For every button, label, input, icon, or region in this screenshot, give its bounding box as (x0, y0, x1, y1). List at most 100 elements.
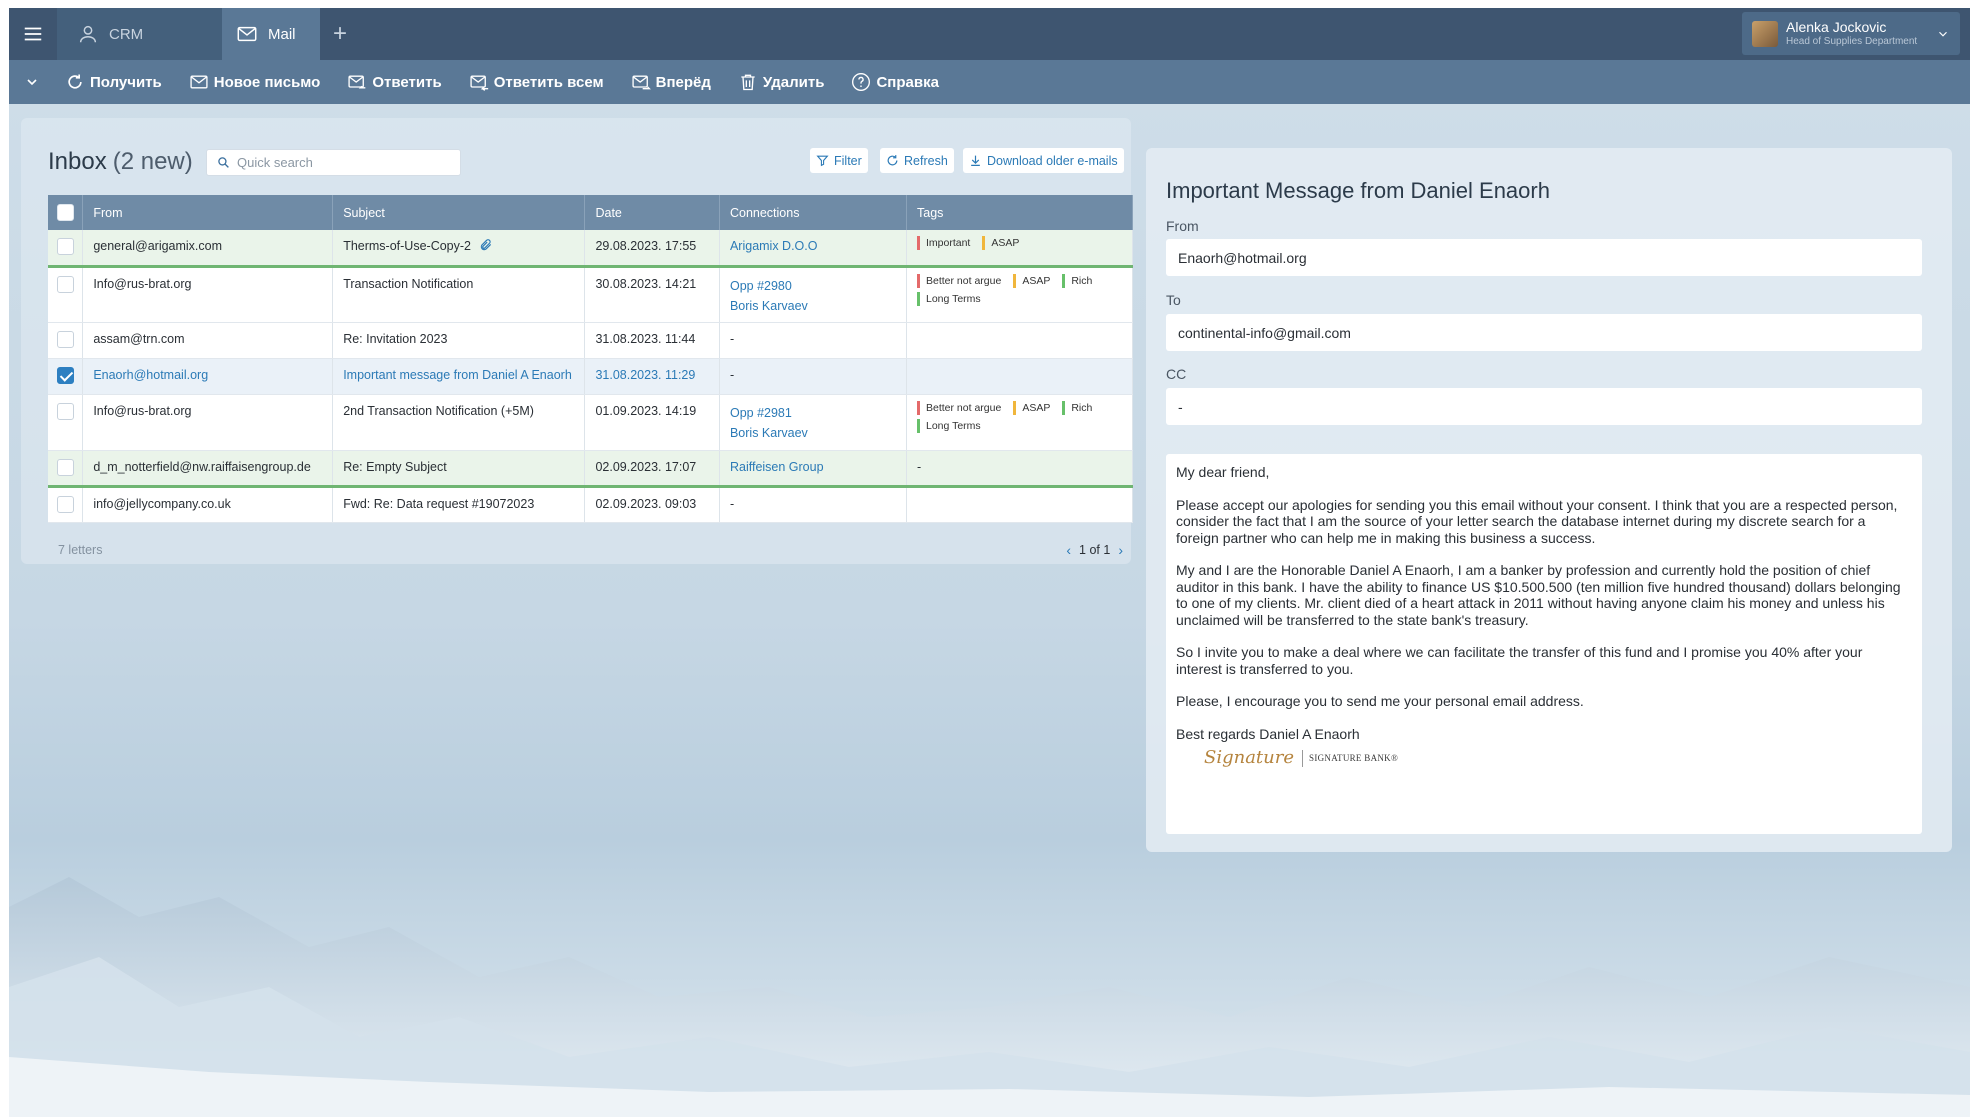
cc-field[interactable]: - (1166, 388, 1922, 425)
row-date: 01.09.2023. 14:19 (595, 403, 697, 418)
row-checkbox-checked[interactable] (56, 366, 74, 384)
pager: ‹ 1 of 1 › (1066, 542, 1123, 558)
envelope-icon (237, 26, 257, 42)
reply-all-icon (470, 75, 488, 91)
refresh-icon (887, 155, 898, 166)
menu-icon[interactable] (9, 8, 57, 60)
refresh-label: Refresh (904, 153, 948, 168)
body-paragraph: So I invite you to make a deal where we … (1176, 644, 1863, 677)
tag-rich: Rich (1062, 400, 1092, 415)
forward-button[interactable]: Вперёд (631, 72, 711, 92)
download-label: Download older e-mails (987, 153, 1118, 168)
search-input[interactable] (237, 155, 437, 170)
row-date: 31.08.2023. 11:29 (595, 367, 696, 382)
row-checkbox[interactable] (56, 238, 74, 255)
cc-label: CC (1166, 366, 1187, 382)
tag-better-not-argue: Better not argue (917, 273, 1001, 288)
user-role: Head of Supplies Department (1786, 35, 1918, 47)
row-checkbox[interactable] (56, 330, 74, 348)
row-subject: Important message from Daniel A Enaorh (343, 367, 572, 382)
row-connection-link[interactable]: Boris Karvaev (730, 423, 896, 443)
table-footer: 7 letters ‹ 1 of 1 › (48, 532, 1133, 568)
delete-button[interactable]: Удалить (738, 72, 825, 92)
row-checkbox[interactable] (56, 402, 74, 420)
row-checkbox[interactable] (56, 458, 74, 476)
col-connections[interactable]: Connections (719, 195, 908, 230)
body-paragraph: Best regards Daniel A Enaorh (1176, 725, 1360, 742)
row-from: d_m_notterfield@nw.raiffaisengroup.de (93, 459, 311, 474)
tag-rich: Rich (1062, 273, 1092, 288)
trash-icon (741, 74, 755, 91)
body-paragraph: My and I are the Honorable Daniel A Enao… (1176, 562, 1901, 628)
add-tab-button[interactable]: + (320, 8, 360, 60)
filter-button[interactable]: Filter (810, 148, 868, 173)
row-subject: Re: Invitation 2023 (343, 331, 448, 346)
help-label: Справка (876, 73, 939, 91)
reply-button[interactable]: Ответить (347, 72, 442, 92)
tab-crm[interactable]: CRM (57, 8, 222, 60)
new-mail-button[interactable]: Новое письмо (189, 72, 320, 92)
tab-mail[interactable]: Mail (222, 8, 320, 60)
reply-all-label: Ответить всем (493, 73, 604, 91)
table-row[interactable]: d_m_notterfield@nw.raiffaisengroup.de Re… (48, 450, 1133, 488)
table-row[interactable]: info@jellycompany.co.uk Fwd: Re: Data re… (48, 486, 1133, 523)
forward-icon (632, 75, 651, 90)
row-connection-link[interactable]: Boris Karvaev (730, 296, 896, 316)
body-paragraph: My dear friend, (1176, 464, 1270, 480)
iceberg-background (9, 877, 1970, 1117)
select-all-checkbox[interactable] (56, 204, 74, 221)
row-date: 30.08.2023. 14:21 (595, 276, 697, 291)
table-header: From Subject Date Connections Tags (48, 195, 1133, 230)
download-older-button[interactable]: Download older e-mails (963, 148, 1124, 173)
signature-bank: SIGNATURE BANK® (1302, 750, 1398, 767)
refresh-icon (68, 74, 82, 89)
receive-button[interactable]: Получить (65, 72, 162, 92)
reply-all-button[interactable]: Ответить всем (469, 72, 604, 92)
col-subject[interactable]: Subject (332, 195, 586, 230)
table-row-selected[interactable]: Enaorh@hotmail.org Important message fro… (48, 358, 1133, 395)
row-connection-link[interactable]: Opp #2981 (730, 395, 896, 423)
row-connection: - (729, 331, 735, 346)
row-checkbox[interactable] (56, 275, 74, 293)
message-title: Important Message from Daniel Enaorh (1166, 178, 1550, 203)
tag-asap: ASAP (1013, 400, 1050, 415)
row-subject: Transaction Notification (343, 276, 474, 291)
table-row[interactable]: Info@rus-brat.org Transaction Notificati… (48, 266, 1133, 323)
page-indicator: 1 of 1 (1079, 543, 1111, 557)
row-connection-link[interactable]: Opp #2980 (730, 268, 896, 296)
from-field[interactable]: Enaorh@hotmail.org (1166, 239, 1922, 276)
top-bar: CRM Mail + Alenka Jockovic Head of Suppl… (9, 8, 1970, 60)
row-from: info@jellycompany.co.uk (93, 496, 231, 511)
message-body: My dear friend, Please accept our apolog… (1166, 454, 1922, 834)
refresh-button[interactable]: Refresh (880, 148, 954, 173)
row-from: assam@trn.com (93, 331, 185, 346)
table-row[interactable]: Info@rus-brat.org 2nd Transaction Notifi… (48, 394, 1133, 451)
prev-page-icon[interactable]: ‹ (1066, 542, 1071, 558)
collapse-toolbar-button[interactable] (17, 67, 47, 97)
col-from[interactable]: From (82, 195, 334, 230)
row-subject: Re: Empty Subject (343, 459, 447, 474)
table-row[interactable]: assam@trn.com Re: Invitation 2023 31.08.… (48, 322, 1133, 359)
row-connection-link[interactable]: Arigamix D.O.O (730, 230, 896, 256)
tag-important: Important (917, 236, 970, 250)
to-field[interactable]: continental-info@gmail.com (1166, 314, 1922, 351)
user-menu[interactable]: Alenka Jockovic Head of Supplies Departm… (1742, 12, 1960, 55)
select-all-cell (48, 195, 84, 230)
receive-label: Получить (90, 73, 162, 91)
filter-icon (816, 155, 829, 167)
table-row[interactable]: general@arigamix.com Therms-of-Use-Copy-… (48, 230, 1133, 268)
next-page-icon[interactable]: › (1118, 542, 1123, 558)
help-button[interactable]: Справка (851, 72, 939, 92)
inbox-heading: Inbox (2 new) (48, 148, 193, 176)
tag-better-not-argue: Better not argue (917, 400, 1001, 415)
tag-asap: ASAP (982, 236, 1019, 250)
delete-label: Удалить (762, 73, 825, 91)
signature-script: Signature (1204, 747, 1295, 768)
chevron-down-icon (27, 79, 37, 86)
row-connection-link[interactable]: Raiffeisen Group (730, 451, 896, 477)
col-date[interactable]: Date (584, 195, 720, 230)
body-paragraph: Please accept our apologies for sending … (1176, 496, 1898, 546)
row-checkbox[interactable] (56, 495, 74, 513)
col-tags[interactable]: Tags (906, 195, 1133, 230)
user-name: Alenka Jockovic (1786, 19, 1887, 36)
